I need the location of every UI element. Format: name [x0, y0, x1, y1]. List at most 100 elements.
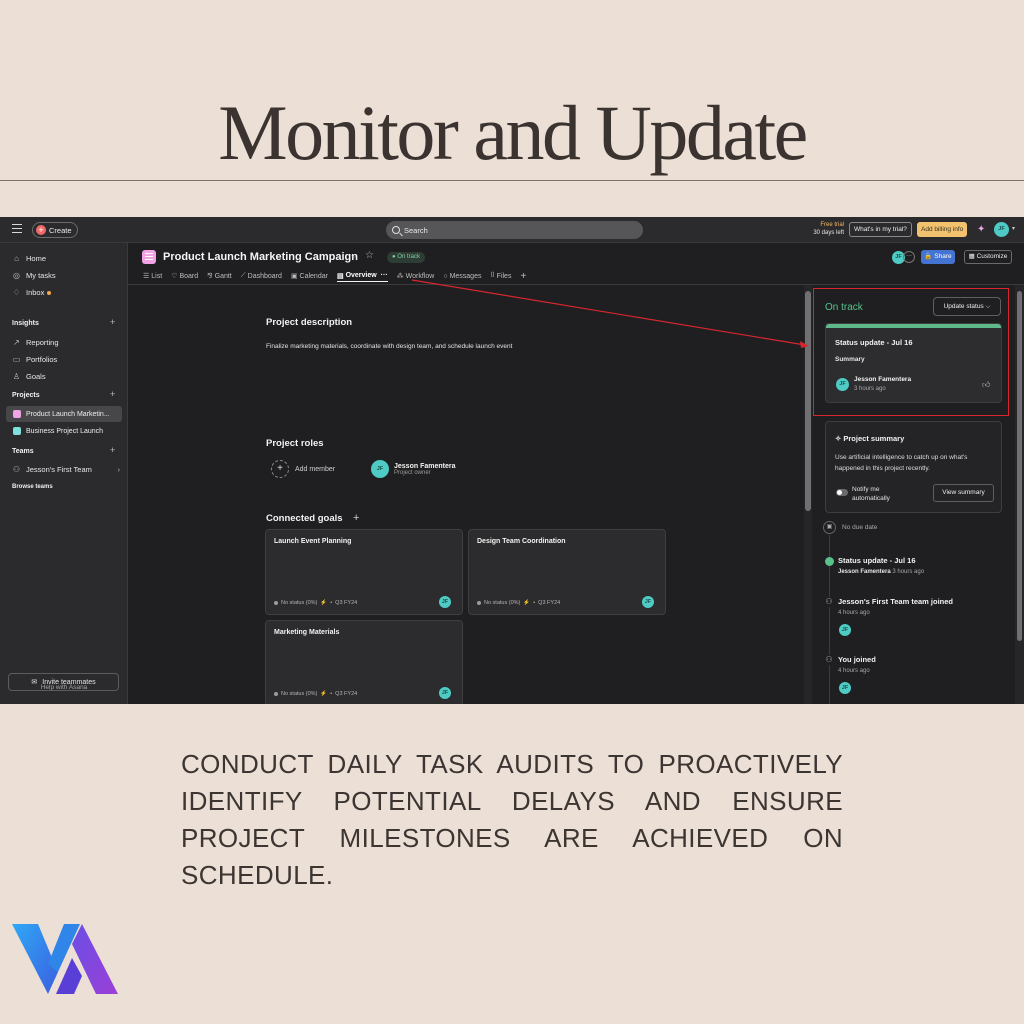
- view-summary-button[interactable]: View summary: [933, 484, 994, 502]
- overview-icon: ▤: [336, 272, 344, 280]
- team-icon: ⚇: [12, 465, 21, 474]
- goal-title: Launch Event Planning: [274, 538, 352, 545]
- projects-title: Projects: [12, 392, 40, 399]
- share-button[interactable]: 🔒 Share: [921, 250, 955, 264]
- content-scrollbar[interactable]: [804, 285, 812, 704]
- browse-teams-link[interactable]: Browse teams: [12, 484, 53, 490]
- project-summary-card: ✧ Project summary Use artificial intelli…: [825, 421, 1002, 513]
- tab-label: Files: [496, 272, 512, 280]
- tab-gantt[interactable]: ⅋ Gantt: [207, 270, 232, 282]
- sidebar: ⌂ Home ◎ My tasks ♢ Inbox Insights + ↗ R…: [0, 243, 128, 704]
- tab-dashboard[interactable]: ⟋ Dashboard: [241, 270, 282, 282]
- goal-status: No status (0%): [281, 600, 318, 606]
- tab-files[interactable]: ⌷ Files: [490, 270, 511, 282]
- goal-period: Q3 FY24: [335, 600, 358, 606]
- bolt-icon: ⚡: [320, 600, 328, 606]
- tab-list[interactable]: ☰ List: [143, 270, 162, 282]
- sidebar-item-label: Home: [26, 254, 47, 263]
- menu-icon[interactable]: [12, 224, 22, 234]
- customize-label: Customize: [976, 253, 1008, 260]
- whats-in-trial-button[interactable]: What's in my trial?: [849, 222, 912, 237]
- customize-button[interactable]: ▦ Customize: [964, 250, 1012, 264]
- chevron-down-icon[interactable]: ▾: [1012, 225, 1015, 232]
- goal-status: No status (0%): [484, 600, 521, 606]
- goal-meta: No status (0%) ⚡ • Q3 FY24: [477, 600, 560, 606]
- sidebar-item-team[interactable]: ⚇ Jesson's First Team ›: [12, 465, 120, 474]
- user-avatar[interactable]: JF: [994, 222, 1009, 237]
- create-button[interactable]: + Create: [32, 222, 78, 238]
- add-tab-icon[interactable]: +: [520, 270, 526, 282]
- timeline-title: Jesson's First Team team joined: [838, 597, 954, 606]
- panel-scrollbar[interactable]: [1015, 285, 1024, 704]
- sidebar-item-label: Product Launch Marketin...: [26, 410, 110, 418]
- goal-title: Marketing Materials: [274, 629, 340, 636]
- status-dot-icon: [825, 557, 834, 566]
- add-billing-button[interactable]: Add billing info: [917, 222, 968, 237]
- goal-card[interactable]: Marketing Materials No status (0%) ⚡ • Q…: [265, 620, 463, 704]
- check-circle-icon: ◎: [13, 271, 20, 280]
- sidebar-item-product-launch[interactable]: Product Launch Marketin...: [6, 406, 122, 422]
- project-title[interactable]: Product Launch Marketing Campaign: [163, 251, 358, 263]
- project-description-title: Project description: [266, 317, 353, 328]
- project-summary-title: ✧ Project summary: [835, 434, 904, 443]
- unread-dot: [47, 290, 52, 295]
- tab-label: Board: [179, 272, 199, 280]
- tab-more-icon[interactable]: ···: [379, 272, 388, 279]
- sidebar-item-my-tasks[interactable]: ◎ My tasks: [12, 271, 56, 280]
- sidebar-item-inbox[interactable]: ♢ Inbox: [12, 288, 52, 297]
- goal-avatar: JF: [439, 596, 451, 608]
- notify-toggle[interactable]: [836, 489, 848, 496]
- chevron-right-icon: ›: [117, 465, 121, 474]
- tab-board[interactable]: ♡ Board: [171, 270, 198, 282]
- sidebar-item-label: Goals: [26, 372, 46, 381]
- timeline-time: 3 hours ago: [892, 569, 925, 575]
- project-summary-text: Use artificial intelligence to catch up …: [835, 454, 968, 472]
- add-project-icon[interactable]: +: [110, 389, 115, 399]
- tab-label: Dashboard: [247, 272, 282, 280]
- status-dot-icon: [274, 601, 278, 605]
- add-goal-icon[interactable]: +: [353, 512, 359, 524]
- star-icon[interactable]: ☆: [365, 250, 374, 261]
- search-input[interactable]: Search: [386, 221, 643, 239]
- add-team-icon[interactable]: +: [110, 445, 115, 455]
- timeline-title[interactable]: Status update - Jul 16: [838, 556, 916, 565]
- add-insight-icon[interactable]: +: [110, 317, 115, 327]
- bell-icon: ♢: [12, 288, 21, 297]
- status-badge[interactable]: ● On track: [387, 252, 425, 263]
- sidebar-item-goals[interactable]: ♙ Goals: [12, 372, 46, 381]
- sidebar-item-business-launch[interactable]: Business Project Launch: [6, 423, 122, 439]
- chevron-down-icon[interactable]: ⌵: [351, 253, 356, 261]
- goal-card[interactable]: Launch Event Planning No status (0%) ⚡ •…: [265, 529, 463, 615]
- calendar-icon[interactable]: ▣: [823, 521, 836, 534]
- sparkle-icon[interactable]: ✦: [977, 224, 985, 235]
- owner-role: Project owner: [394, 469, 431, 476]
- body-text: Conduct daily task audits to proactively…: [181, 749, 843, 890]
- project-color-icon: [13, 410, 21, 418]
- due-date-label[interactable]: No due date: [842, 524, 877, 531]
- sidebar-item-reporting[interactable]: ↗ Reporting: [12, 338, 58, 347]
- tab-workflow[interactable]: ⁂ Workflow: [397, 270, 435, 282]
- timeline-time: 4 hours ago: [838, 668, 870, 674]
- insights-title: Insights: [12, 320, 39, 327]
- project-color-icon: [13, 427, 21, 435]
- sidebar-item-portfolios[interactable]: ▭ Portfolios: [12, 355, 58, 364]
- sidebar-item-home[interactable]: ⌂ Home: [12, 254, 46, 263]
- sidebar-item-label: Business Project Launch: [26, 427, 104, 435]
- search-icon: [392, 226, 400, 234]
- board-icon: ♡: [171, 273, 178, 280]
- tab-label: Messages: [449, 272, 482, 280]
- project-description-text[interactable]: Finalize marketing materials, coordinate…: [266, 343, 512, 350]
- owner-name: Jesson Famentera: [394, 462, 456, 470]
- add-member-button[interactable]: + Add member: [271, 460, 335, 478]
- more-members-icon[interactable]: ···: [903, 251, 915, 263]
- project-owner[interactable]: JF Jesson Famentera Project owner: [371, 460, 455, 478]
- tab-messages[interactable]: ○ Messages: [443, 270, 481, 282]
- timeline-avatar: JF: [839, 682, 851, 694]
- search-placeholder: Search: [404, 225, 428, 235]
- tab-overview[interactable]: ▤ Overview ···: [336, 270, 388, 282]
- status-badge-label: On track: [397, 254, 420, 260]
- tab-calendar[interactable]: ▣ Calendar: [291, 270, 328, 282]
- goal-card[interactable]: Design Team Coordination No status (0%) …: [468, 529, 666, 615]
- help-link[interactable]: Help with Asana: [0, 684, 128, 691]
- timeline-time: 4 hours ago: [838, 610, 870, 616]
